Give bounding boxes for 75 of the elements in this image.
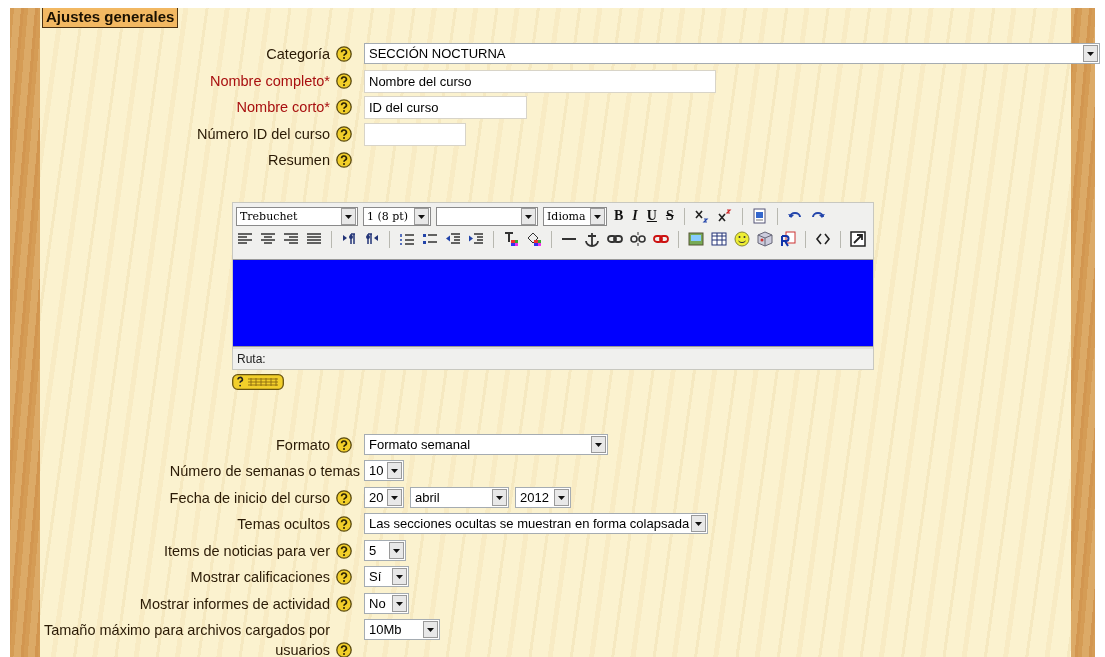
field-label: Mostrar calificaciones xyxy=(190,568,330,587)
text-color-icon[interactable] xyxy=(503,231,519,247)
toolbar-dropdown[interactable] xyxy=(436,206,538,226)
dropdown[interactable]: abril xyxy=(410,486,509,508)
cube-icon[interactable] xyxy=(757,231,773,247)
field-label: Nombre corto* xyxy=(236,98,330,117)
format-button[interactable]: U xyxy=(644,208,659,224)
field-label: Resumen xyxy=(267,151,330,170)
superscript-icon[interactable] xyxy=(716,208,733,224)
field-label: Fecha de inicio del curso xyxy=(169,488,330,508)
help-icon[interactable] xyxy=(336,516,352,532)
dropdown[interactable]: 5 xyxy=(364,539,406,561)
help-icon[interactable] xyxy=(336,152,352,168)
text-field[interactable]: ID del curso xyxy=(364,96,527,119)
smiley-icon[interactable] xyxy=(734,231,750,247)
field-label: Mostrar informes de actividad xyxy=(139,594,330,614)
help-icon[interactable] xyxy=(336,489,352,506)
help-icon[interactable] xyxy=(336,99,352,115)
help-icon[interactable] xyxy=(336,436,352,453)
field-label: Items de noticias para ver xyxy=(163,541,330,561)
help-icon[interactable] xyxy=(336,595,352,612)
dropdown[interactable]: 2012 xyxy=(515,486,571,508)
help-icon[interactable] xyxy=(336,642,352,657)
paste-word-icon[interactable] xyxy=(751,208,768,224)
field-label: Tamaño máximo para archivos cargados por usuarios xyxy=(42,621,330,657)
dropdown[interactable]: SECCIÓN NOCTURNA xyxy=(364,43,1100,64)
dropdown[interactable]: Sí xyxy=(364,566,409,587)
dropdown[interactable]: Formato semanal xyxy=(364,433,608,455)
document-replace-icon[interactable] xyxy=(780,231,796,247)
field-label: Temas ocultos xyxy=(237,515,330,534)
subscript-icon[interactable] xyxy=(693,208,710,224)
align-center-icon[interactable] xyxy=(260,231,276,247)
help-icon[interactable] xyxy=(336,542,352,559)
help-icon[interactable] xyxy=(336,569,352,585)
dropdown[interactable]: 10Mb xyxy=(364,619,440,640)
field-label: Número de semanas o temas xyxy=(169,462,360,481)
image-icon[interactable] xyxy=(688,231,704,247)
toolbar-dropdown[interactable]: 1 (8 pt) xyxy=(363,206,431,226)
fill-color-icon[interactable] xyxy=(526,231,542,247)
path-label: Ruta: xyxy=(237,351,266,366)
help-icon[interactable] xyxy=(336,125,352,142)
dropdown[interactable]: 20 xyxy=(364,486,404,508)
table-icon[interactable] xyxy=(711,231,727,247)
editor-help-button[interactable] xyxy=(232,373,284,390)
unlink-icon[interactable] xyxy=(630,231,646,247)
outdent-icon[interactable] xyxy=(445,231,461,247)
field-label: Número ID del curso xyxy=(197,124,330,144)
format-button[interactable]: B xyxy=(612,208,626,224)
field-label: Formato xyxy=(276,435,330,455)
dropdown[interactable]: 10 xyxy=(364,460,404,481)
bulleted-list-icon[interactable] xyxy=(422,231,438,247)
text-field[interactable]: Nombre del curso xyxy=(364,69,716,93)
section-title: Ajustes generales xyxy=(42,8,179,28)
right-to-left-icon[interactable] xyxy=(364,231,380,247)
toolbar-dropdown[interactable]: Trebuchet xyxy=(236,206,358,226)
ordered-list-icon[interactable] xyxy=(399,231,415,247)
anchor-icon[interactable] xyxy=(584,231,600,247)
dropdown[interactable]: No xyxy=(364,592,409,614)
help-icon[interactable] xyxy=(336,72,352,89)
toolbar-dropdown[interactable]: Idioma xyxy=(543,206,607,226)
fullscreen-icon[interactable] xyxy=(850,231,866,247)
align-right-icon[interactable] xyxy=(283,231,299,247)
source-code-icon[interactable] xyxy=(815,231,831,247)
align-left-icon[interactable] xyxy=(237,231,253,247)
text-field[interactable] xyxy=(364,122,466,146)
indent-icon[interactable] xyxy=(468,231,484,247)
dropdown[interactable]: Las secciones ocultas se muestran en forma colapsada xyxy=(364,513,709,534)
justify-icon[interactable] xyxy=(306,231,322,247)
format-button[interactable]: S xyxy=(663,208,676,224)
field-label: Nombre completo* xyxy=(209,71,330,91)
left-to-right-icon[interactable] xyxy=(341,231,357,247)
help-icon[interactable] xyxy=(336,46,352,62)
editor-content-area[interactable] xyxy=(233,258,873,347)
field-label: Categoría xyxy=(266,45,330,64)
format-button[interactable]: I xyxy=(630,208,640,224)
